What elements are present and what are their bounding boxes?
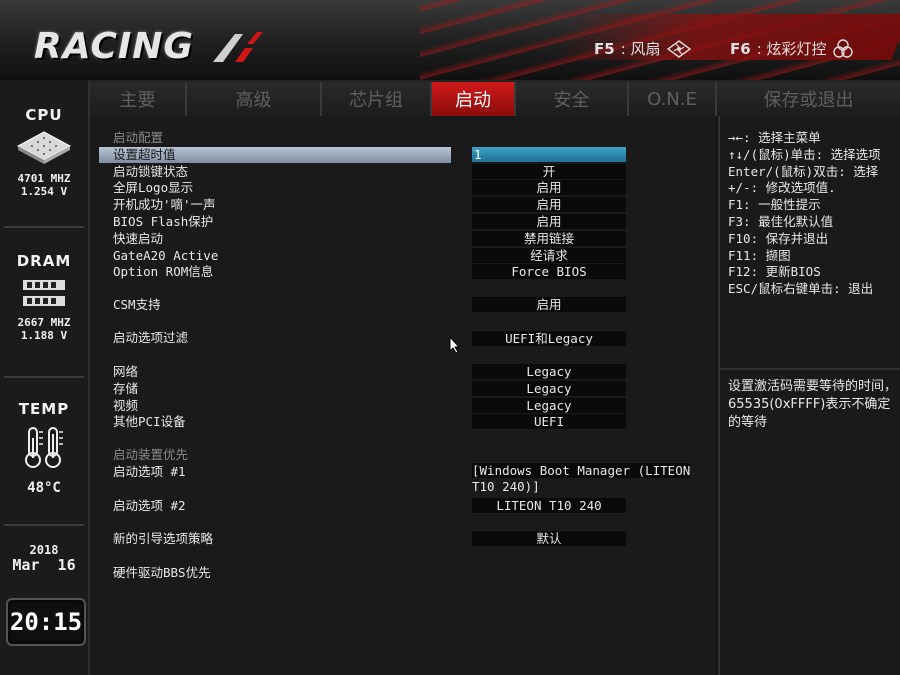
hdd-bbs-priorities-label[interactable]: 硬件驱动BBS优先 xyxy=(113,564,211,581)
tab-advanced[interactable]: 高级 xyxy=(187,82,322,116)
temp-title: TEMP xyxy=(18,400,70,418)
help-key-line: F3: 最佳化默认值 xyxy=(728,214,834,229)
boot-option-2-value[interactable]: LITEON T10 240 xyxy=(472,498,626,513)
setting-fullscreen-logo-label[interactable]: 全屏Logo显示 xyxy=(113,179,193,196)
main-tabs: 主要 高级 芯片组 启动 安全 O.N.E 保存或退出 xyxy=(90,80,900,116)
dram-voltage: 1.188 V xyxy=(20,329,68,342)
f6-led-button[interactable]: F6 : 炫彩灯控 xyxy=(730,38,853,59)
setting-fullscreen-logo-value[interactable]: 启用 xyxy=(472,180,626,195)
help-key-line: F12: 更新BIOS xyxy=(728,264,821,279)
setting-other-pci-label[interactable]: 其他PCI设备 xyxy=(113,413,186,430)
setting-bootup-numlock-value[interactable]: 开 xyxy=(472,164,626,179)
tab-save-exit[interactable]: 保存或退出 xyxy=(717,82,900,116)
header-bar: RACING F5 : 风扇 F6 : 炫彩灯控 xyxy=(0,0,900,80)
fan-icon xyxy=(666,39,691,58)
setting-boot-filter-value[interactable]: UEFI和Legacy xyxy=(472,331,626,346)
setting-fast-boot-value[interactable]: 禁用链接 xyxy=(472,231,626,246)
help-key-line: Enter/(鼠标)双击: 选择 xyxy=(728,164,879,179)
setting-video-label[interactable]: 视频 xyxy=(113,397,138,414)
led-icon xyxy=(832,38,853,58)
setting-network-value[interactable]: Legacy xyxy=(472,364,626,379)
cpu-chip-icon xyxy=(16,131,72,164)
cpu-section: CPU 4701 MHZ 1.254 V xyxy=(0,106,88,198)
date-month-day: Mar 16 xyxy=(12,556,76,574)
thermometer-icon xyxy=(25,427,63,468)
help-key-line: F1: 一般性提示 xyxy=(728,197,821,212)
boot-option-2-label[interactable]: 启动选项 #2 xyxy=(113,497,186,514)
dram-title: DRAM xyxy=(16,252,72,270)
mouse-pointer-icon xyxy=(449,336,461,354)
setting-csm-label[interactable]: CSM支持 xyxy=(113,296,161,313)
temp-section: TEMP 48°C xyxy=(0,400,88,495)
setting-gatea20-label[interactable]: GateA20 Active xyxy=(113,247,218,264)
f6-key: F6 xyxy=(730,39,751,58)
new-boot-policy-value[interactable]: 默认 xyxy=(472,531,626,546)
tab-chipset[interactable]: 芯片组 xyxy=(322,82,432,116)
new-boot-policy-label[interactable]: 新的引导选项策略 xyxy=(113,530,213,547)
section-boot-config: 启动配置 xyxy=(113,130,164,145)
status-sidebar: CPU 4701 MHZ 1.254 V DRAM 2667 MHZ 1.188… xyxy=(0,80,90,675)
dram-frequency: 2667 MHZ xyxy=(17,316,71,329)
help-panel: →←: 选择主菜单 ↑↓/(鼠标)单击: 选择选项 Enter/(鼠标)双击: … xyxy=(718,116,900,675)
temp-value: 48°C xyxy=(27,480,61,496)
help-description: 设置激活码需要等待的时间，65535(0xFFFF)表示不确定的等待 xyxy=(728,379,898,430)
setting-boot-beep-label[interactable]: 开机成功'嘀'一声 xyxy=(113,196,216,213)
boot-option-1-value-line1: [Windows Boot Manager (LITEON xyxy=(472,463,691,478)
boot-option-1-label[interactable]: 启动选项 #1 xyxy=(113,463,186,480)
setting-bios-flash-protect-value[interactable]: 启用 xyxy=(472,214,626,229)
setting-other-pci-value[interactable]: UEFI xyxy=(472,414,626,429)
tab-main[interactable]: 主要 xyxy=(90,82,187,116)
help-key-line: +/-: 修改选项值. xyxy=(728,180,836,195)
section-boot-priority: 启动装置优先 xyxy=(113,447,189,462)
f5-label: : 风扇 xyxy=(620,40,661,58)
sidebar-divider xyxy=(4,226,84,228)
setting-boot-beep-value[interactable]: 启用 xyxy=(472,197,626,212)
help-key-line: F11: 撷图 xyxy=(728,248,791,263)
help-key-line: ESC/鼠标右键单击: 退出 xyxy=(728,281,874,296)
setting-option-rom-value[interactable]: Force BIOS xyxy=(472,264,626,279)
f6-label: : 炫彩灯控 xyxy=(756,40,827,58)
boot-option-1-value[interactable]: [Windows Boot Manager (LITEON T10 240)] xyxy=(472,463,692,495)
dram-section: DRAM 2667 MHZ 1.188 V xyxy=(0,252,88,342)
setting-bios-flash-protect-label[interactable]: BIOS Flash保护 xyxy=(113,213,213,230)
setting-option-rom-label[interactable]: Option ROM信息 xyxy=(113,263,213,280)
logo-mark-icon xyxy=(213,32,263,62)
help-key-line: F10: 保存并退出 xyxy=(728,231,829,246)
setting-bootup-numlock-label[interactable]: 启动锁键状态 xyxy=(113,163,188,180)
sidebar-divider xyxy=(4,376,84,378)
setting-storage-value[interactable]: Legacy xyxy=(472,381,626,396)
cpu-frequency: 4701 MHZ xyxy=(17,172,71,185)
boot-option-1-value-line2: T10 240)] xyxy=(472,479,540,494)
setting-timeout-label[interactable]: 设置超时值 xyxy=(113,146,176,163)
help-key-line: ↑↓/(鼠标)单击: 选择选项 xyxy=(728,147,881,162)
racing-logo: RACING xyxy=(34,26,194,67)
setting-video-value[interactable]: Legacy xyxy=(472,398,626,413)
setting-gatea20-value[interactable]: 经请求 xyxy=(472,248,626,263)
tab-one[interactable]: O.N.E xyxy=(629,82,717,116)
help-divider xyxy=(720,368,900,370)
f5-key: F5 xyxy=(594,39,615,58)
setting-timeout-value[interactable]: 1 xyxy=(472,147,626,162)
cpu-voltage: 1.254 V xyxy=(20,185,68,198)
boot-settings-panel: 启动配置 设置超时值 1 启动锁键状态 开 全屏Logo显示 启用 开机成功'嘀… xyxy=(90,116,716,675)
setting-storage-label[interactable]: 存储 xyxy=(113,380,138,397)
sidebar-divider xyxy=(4,524,84,526)
cpu-title: CPU xyxy=(25,106,63,124)
setting-csm-value[interactable]: 启用 xyxy=(472,297,626,312)
setting-fast-boot-label[interactable]: 快速启动 xyxy=(113,230,163,247)
system-clock: 20:15 xyxy=(6,598,86,646)
tab-security[interactable]: 安全 xyxy=(516,82,629,116)
date-section: 2018 Mar 16 xyxy=(0,544,88,574)
help-key-line: →←: 选择主菜单 xyxy=(728,130,821,145)
setting-boot-filter-label[interactable]: 启动选项过滤 xyxy=(113,329,188,346)
tab-boot[interactable]: 启动 xyxy=(432,82,516,116)
dram-module-icon xyxy=(23,280,65,306)
f5-fan-button[interactable]: F5 : 风扇 xyxy=(594,38,691,59)
setting-network-label[interactable]: 网络 xyxy=(113,363,138,380)
